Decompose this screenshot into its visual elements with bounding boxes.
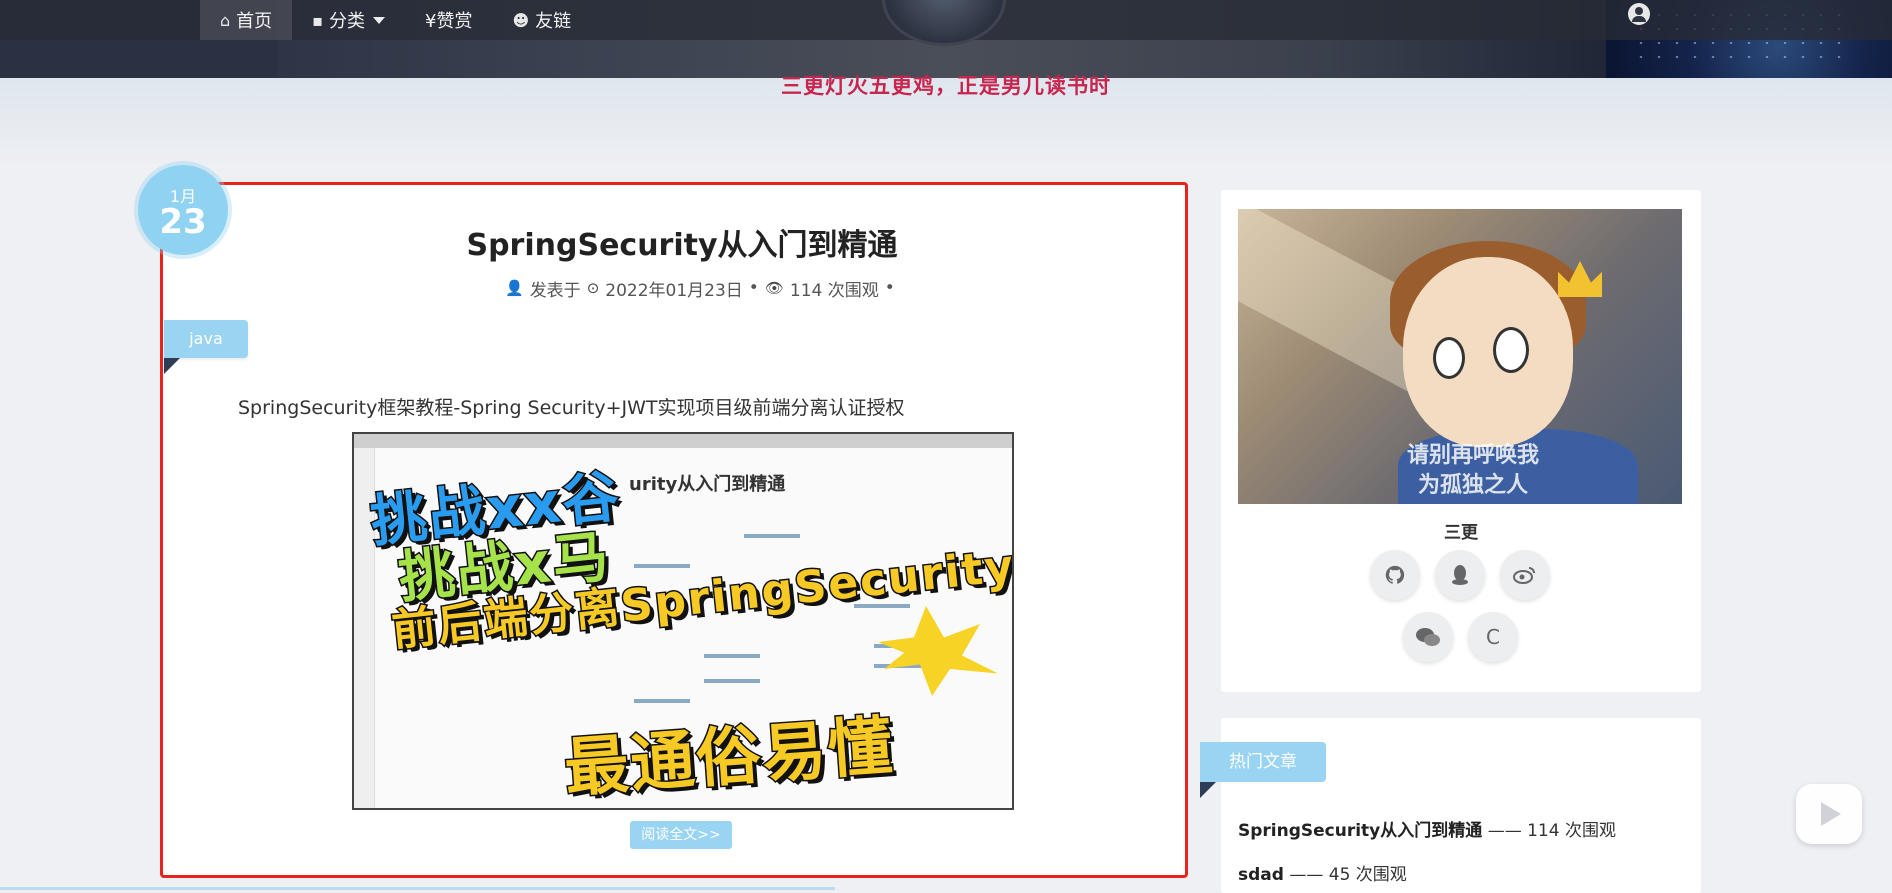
github-icon[interactable] [1370,550,1420,600]
cover-text-4: 最通俗易懂 [561,708,898,808]
hot-article-title[interactable]: SpringSecurity从入门到精通 [1238,821,1482,841]
posted-label: 发表于 [529,280,581,301]
nav-label-category: 分类 [329,11,365,32]
nav-label-home: 首页 [236,11,273,32]
nav-item-home[interactable]: ⌂ 首页 [200,0,293,40]
floating-play-button[interactable] [1796,784,1862,844]
nav-item-category[interactable]: ▪ 分类 [292,0,405,40]
profile-caption: 请别再呼唤我 为孤独之人 [1406,443,1539,498]
read-more-button[interactable]: 阅读全文>> [630,821,732,849]
nav-item-links[interactable]: ☻ 友链 [492,0,591,40]
tag-ribbon-java[interactable]: java [164,320,248,358]
csdn-icon[interactable]: C [1468,612,1518,662]
hot-article-views: —— 114 次围观 [1487,821,1616,841]
weibo-icon[interactable] [1500,550,1550,600]
folder-icon: ▪ [312,10,323,30]
csdn-letter: C [1486,625,1500,649]
profile-name: 三更 [1444,523,1478,543]
user-icon: 👤 [505,279,524,297]
hot-article-views: —— 45 次围观 [1289,865,1407,885]
eye-icon: 👁 [764,279,784,297]
ribbon-fold [1200,782,1216,798]
clock-icon: ⊙ [586,279,600,297]
article-title[interactable]: SpringSecurity从入门到精通 [0,220,1364,264]
article-cover-image[interactable]: urity从入门到精通 挑战xx谷 挑战x马 前后端分离SpringSecuri… [352,432,1014,810]
post-date: 2022年01月23日 [605,280,743,301]
profile-banner-image: 请别再呼唤我 为孤独之人 [1238,209,1682,504]
meta-separator: • [748,278,759,298]
users-icon: ☻ [512,10,530,30]
burst-decoration [878,606,998,696]
hot-article-title[interactable]: sdad [1238,865,1284,885]
main-nav: ⌂ 首页 ▪ 分类 ¥赞赏 ☻ 友链 [200,0,591,40]
site-motto: 三更灯火五更鸡，正是男儿读书时 [781,74,1111,98]
user-icon[interactable] [1628,3,1650,25]
hot-article-item[interactable]: sdad —— 45 次围观 [1238,860,1407,885]
qq-icon[interactable] [1435,550,1485,600]
meta-separator: • [884,278,895,298]
page-progress-line [0,887,835,890]
nav-label-donate: ¥赞赏 [425,11,473,32]
cover-subtitle: urity从入门到精通 [629,474,786,495]
hot-articles-title: 热门文章 [1200,742,1326,782]
article-summary: SpringSecurity框架教程-Spring Security+JWT实现… [238,397,905,419]
nav-label-links: 友链 [535,11,572,32]
nav-item-donate[interactable]: ¥赞赏 [405,0,492,40]
article-meta: 👤 发表于 ⊙ 2022年01月23日 • 👁 114 次围观 • [505,276,895,301]
home-icon: ⌂ [220,10,231,30]
hot-article-item[interactable]: SpringSecurity从入门到精通 —— 114 次围观 [1238,816,1616,841]
view-count: 114 次围观 [789,280,879,301]
wechat-icon[interactable] [1403,612,1453,662]
ribbon-fold [164,358,180,374]
caret-down-icon [373,16,385,24]
